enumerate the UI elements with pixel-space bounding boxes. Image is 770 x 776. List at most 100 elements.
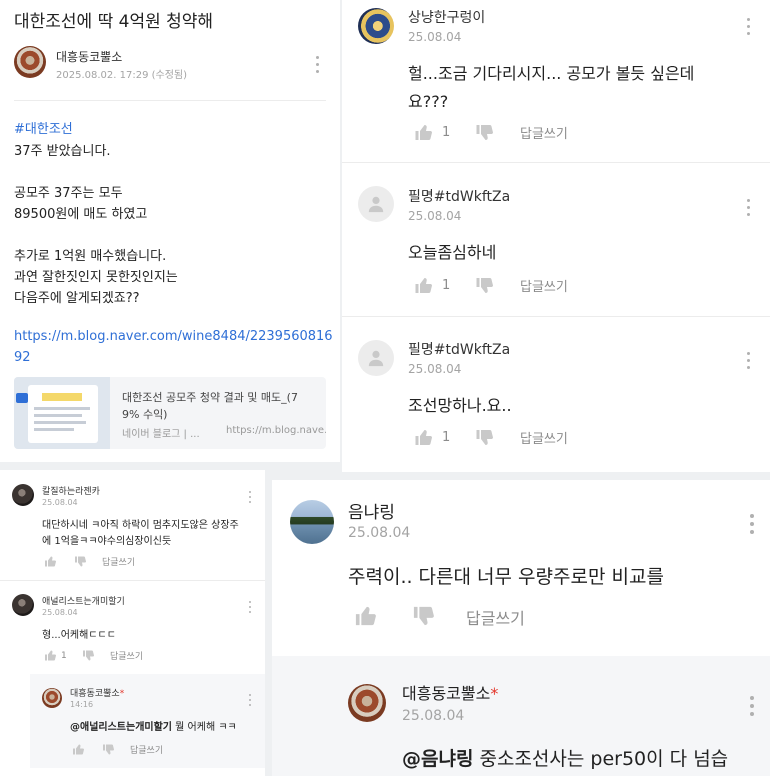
commenter-name[interactable]: 애널리스트는개미할기 <box>42 594 125 607</box>
comment-divider <box>342 316 770 317</box>
post-header-divider <box>14 100 326 101</box>
like-button[interactable]: 1 <box>414 429 450 446</box>
comment-text-1: 오늘좀심하네 <box>408 243 497 262</box>
comment-date: 25.08.04 <box>408 209 462 223</box>
left-comments-panel: 칼질하는라젠카 25.08.04 대단하시네 ㅋ아직 하락이 멈추지도않은 상장… <box>0 470 265 776</box>
like-button[interactable]: 1 <box>414 277 450 294</box>
mention-link[interactable]: @애널리스트는개미할기 <box>70 722 172 733</box>
blog-link-line-1[interactable]: https://m.blog.naver.com/wine8484/223956… <box>14 329 333 344</box>
reply-button[interactable]: 답글쓰기 <box>520 123 568 142</box>
dislike-button[interactable] <box>475 429 493 446</box>
reply-item: 대흥동코뿔소* 14:16 @애널리스트는개미할기 뭘 어케해 ㅋㅋ 답글쓰기 <box>30 674 265 768</box>
author-star-badge: * <box>119 689 125 699</box>
comment-kebab-menu-icon[interactable] <box>244 694 256 706</box>
comment-date: 25.08.04 <box>42 608 78 617</box>
post-line-1: 37주 받았습니다. <box>14 144 111 159</box>
reply-button[interactable]: 답글쓰기 <box>110 649 143 662</box>
commenter-name[interactable]: 대흥동코뿔소* <box>402 680 498 704</box>
blog-link-line-2[interactable]: 92 <box>14 350 31 365</box>
comment-kebab-menu-icon[interactable] <box>742 199 754 216</box>
thumb-down-icon <box>476 278 493 293</box>
commenter-avatar[interactable] <box>12 594 34 616</box>
commenter-name[interactable]: 필명#tdWkftZa <box>408 186 510 206</box>
commenter-name[interactable]: 칼질하는라젠카 <box>42 484 100 497</box>
post-kebab-menu-icon[interactable] <box>311 56 323 73</box>
like-button[interactable]: 1 <box>44 650 67 661</box>
comment-kebab-menu-icon[interactable] <box>742 352 754 369</box>
dislike-button[interactable] <box>74 556 86 567</box>
comment-kebab-menu-icon[interactable] <box>746 514 758 534</box>
comment-text-1: 주력이.. 다른대 너무 우량주로만 비교를 <box>348 566 664 588</box>
hashtag-link[interactable]: #대한조선 <box>14 118 73 137</box>
link-preview-title-1: 대한조선 공모주 청약 결과 및 매도_(7 <box>122 391 298 404</box>
post-line-3: 89500원에 매도 하였고 <box>14 207 148 222</box>
link-preview-card[interactable]: 대한조선 공모주 청약 결과 및 매도_(7 9% 수익) 네이버 블로그 | … <box>14 377 326 449</box>
post-line-6: 다음주에 알게되겠죠?? <box>14 291 140 306</box>
thumb-down-icon <box>476 430 493 445</box>
reply-button[interactable]: 답글쓰기 <box>520 276 568 295</box>
commenter-avatar[interactable] <box>348 684 386 722</box>
comment-text-1: @애널리스트는개미할기 뭘 어케해 ㅋㅋ <box>70 722 237 733</box>
dislike-button[interactable] <box>82 650 94 661</box>
thumb-up-icon <box>355 606 376 626</box>
link-preview-url: https://m.blog.nave... <box>226 425 326 436</box>
reply-button[interactable]: 답글쓰기 <box>102 555 135 568</box>
like-count: 1 <box>61 650 67 661</box>
comment-text-1: 대단하시네 ㅋ아직 하락이 멈추지도않은 상장주 <box>42 520 239 531</box>
reply-button[interactable]: 답글쓰기 <box>130 743 163 756</box>
commenter-name[interactable]: 필명#tdWkftZa <box>408 339 510 359</box>
bottom-comments-panel: 음냐링 25.08.04 주력이.. 다른대 너무 우량주로만 비교를 답글쓰기… <box>272 480 770 776</box>
comment-text-1: 조선망하나.요.. <box>408 396 512 415</box>
comment-date: 25.08.04 <box>408 30 462 44</box>
comment-date: 14:16 <box>70 700 94 709</box>
comment-kebab-menu-icon[interactable] <box>742 18 754 35</box>
mention-link[interactable]: @음냐링 <box>402 748 473 770</box>
like-button[interactable] <box>44 556 56 567</box>
author-avatar[interactable] <box>14 46 46 78</box>
dislike-button[interactable] <box>475 277 493 294</box>
commenter-name[interactable]: 음냐링 <box>348 498 395 523</box>
author-star-badge: * <box>490 684 499 703</box>
commenter-name[interactable]: 상냥한구렁이 <box>408 7 485 27</box>
reply-button[interactable]: 답글쓰기 <box>466 605 525 629</box>
comment-text-1: 형...어케해ㄷㄷㄷ <box>42 630 116 641</box>
post-line-4: 추가로 1억원 매수했습니다. <box>14 249 167 264</box>
comment-text-2: 요??? <box>408 92 449 111</box>
comment-kebab-menu-icon[interactable] <box>244 601 256 613</box>
comment-date: 25.08.04 <box>408 362 462 376</box>
thumb-down-icon <box>75 556 86 567</box>
commenter-avatar[interactable] <box>358 8 394 44</box>
like-button[interactable] <box>72 744 84 755</box>
post-panel: 대한조선에 딱 4억원 청약해 대흥동코뿔소 2025.08.02. 17:29… <box>0 0 340 462</box>
commenter-avatar[interactable] <box>42 688 62 708</box>
like-button[interactable]: 1 <box>414 124 450 141</box>
thumb-up-icon <box>415 430 432 445</box>
post-line-2: 공모주 37주는 모두 <box>14 186 123 201</box>
author-name[interactable]: 대흥동코뿔소 <box>56 48 122 65</box>
comment-text-2: 에 1억을ㅋㅋ야수의심장이신듯 <box>42 536 172 547</box>
commenter-avatar[interactable] <box>290 500 334 544</box>
dislike-button[interactable] <box>475 124 493 141</box>
comment-date: 25.08.04 <box>42 498 78 507</box>
comment-divider <box>0 580 265 581</box>
commenter-name[interactable]: 대흥동코뿔소* <box>70 686 124 699</box>
thumb-down-icon <box>413 606 434 626</box>
default-avatar-icon[interactable] <box>358 340 394 376</box>
comment-kebab-menu-icon[interactable] <box>244 491 256 503</box>
dislike-button[interactable] <box>412 606 434 626</box>
like-button[interactable] <box>354 606 376 626</box>
comment-kebab-menu-icon[interactable] <box>746 696 758 716</box>
like-count: 1 <box>442 430 451 445</box>
post-title: 대한조선에 딱 4억원 청약해 <box>14 12 214 32</box>
reply-button[interactable]: 답글쓰기 <box>520 428 568 447</box>
commenter-avatar[interactable] <box>12 484 34 506</box>
link-preview-thumbnail <box>14 377 110 449</box>
default-avatar-icon[interactable] <box>358 186 394 222</box>
comment-date: 25.08.04 <box>348 525 411 541</box>
reply-item: 대흥동코뿔소* 25.08.04 @음냐링 중소조선사는 per50이 다 넘습 <box>272 656 770 776</box>
thumb-up-icon <box>45 556 56 567</box>
comment-divider <box>342 162 770 163</box>
thumb-down-icon <box>476 125 493 140</box>
dislike-button[interactable] <box>102 744 114 755</box>
thumb-down-icon <box>103 744 114 755</box>
